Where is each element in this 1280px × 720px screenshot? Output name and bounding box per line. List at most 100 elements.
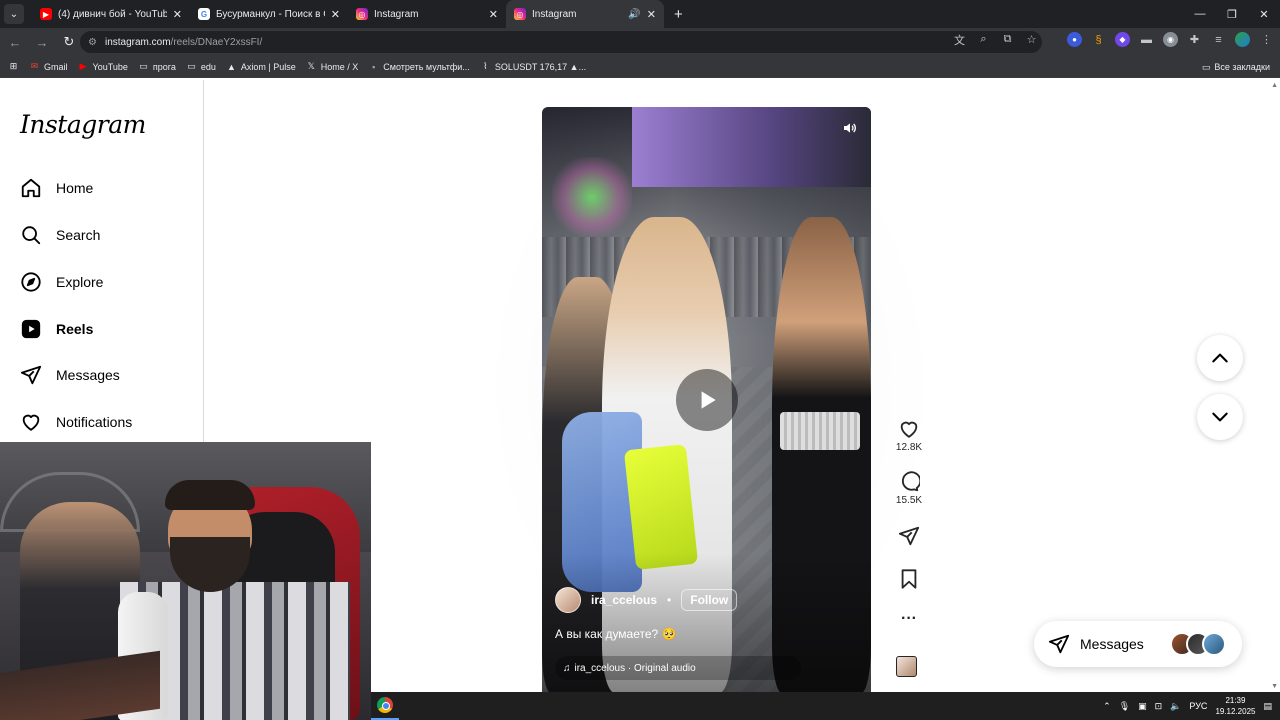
sidebar-item-home[interactable]: Home bbox=[20, 177, 93, 199]
forward-icon[interactable]: → bbox=[30, 30, 54, 54]
separator-dot: • bbox=[667, 593, 672, 607]
comment-button[interactable]: 15.5K bbox=[895, 471, 923, 506]
taskbar-chrome-button[interactable] bbox=[371, 692, 399, 720]
bookmark-axiom[interactable]: ▲ Axiom | Pulse bbox=[226, 61, 296, 72]
clock-time: 21:39 bbox=[1225, 696, 1246, 705]
back-icon[interactable]: ← bbox=[3, 30, 27, 54]
translate-icon[interactable]: 文 bbox=[952, 32, 967, 47]
extension-dark-icon[interactable]: ▬ bbox=[1139, 32, 1154, 47]
avatar[interactable] bbox=[555, 587, 581, 613]
close-icon[interactable]: ✕ bbox=[647, 8, 656, 21]
scrollbar-down-arrow[interactable]: ▼ bbox=[1271, 683, 1278, 690]
sidebar-item-search[interactable]: Search bbox=[20, 224, 100, 246]
new-tab-button[interactable]: + bbox=[674, 6, 683, 23]
tab-instagram[interactable]: ◎ Instagram ✕ bbox=[348, 0, 506, 28]
kebab-menu-icon[interactable]: ⋮ bbox=[1259, 32, 1274, 47]
paper-plane-icon bbox=[1048, 634, 1070, 654]
folder-icon: ▭ bbox=[1201, 61, 1211, 72]
microphone-icon[interactable]: 🎙 bbox=[1119, 701, 1130, 712]
extension-purple-icon[interactable]: ◆ bbox=[1115, 32, 1130, 47]
close-icon[interactable]: ✕ bbox=[489, 8, 498, 21]
volume-button[interactable] bbox=[839, 117, 861, 139]
volume-icon[interactable]: 🔈 bbox=[1170, 701, 1181, 712]
extensions-puzzle-icon[interactable]: ✚ bbox=[1187, 32, 1202, 47]
sidebar-item-explore[interactable]: Explore bbox=[20, 271, 103, 293]
apps-grid-icon[interactable]: ⊞ bbox=[8, 61, 19, 72]
like-button[interactable]: 12.8K bbox=[895, 418, 923, 453]
tab-search-button[interactable]: ⌄ bbox=[4, 4, 24, 24]
tradingview-icon: ⌇ bbox=[483, 61, 488, 71]
bookmark-folder-proga[interactable]: ▭ прога bbox=[138, 61, 176, 72]
youtube-icon: ▶ bbox=[79, 61, 87, 71]
save-button[interactable] bbox=[895, 568, 923, 590]
share-button[interactable] bbox=[895, 525, 923, 547]
audio-link[interactable]: ♫ ira_ccelous · Original audio bbox=[555, 656, 801, 680]
close-icon[interactable]: ✕ bbox=[173, 8, 182, 21]
video-object bbox=[623, 444, 699, 570]
search-icon bbox=[22, 226, 41, 245]
reel-video[interactable]: ira_ccelous • Follow А вы как думаете? 🥺… bbox=[542, 107, 871, 692]
speaker-icon[interactable]: 🔊 bbox=[628, 9, 640, 20]
heart-icon bbox=[900, 421, 918, 438]
taskbar: ⌃ 🎙 ▣ ⊡ 🔈 РУС 21:39 19.12.2025 ▤ bbox=[371, 692, 1280, 720]
play-icon bbox=[701, 391, 716, 409]
notifications-icon[interactable]: ▤ bbox=[1263, 701, 1272, 712]
reel-caption[interactable]: А вы как думаете? 🥺 bbox=[555, 627, 677, 641]
messages-floating-button[interactable]: Messages bbox=[1034, 621, 1242, 667]
instagram-logo[interactable]: Instagram bbox=[20, 110, 146, 139]
messages-label: Messages bbox=[1080, 636, 1144, 652]
follow-button[interactable]: Follow bbox=[681, 589, 738, 611]
url-host: instagram.com bbox=[104, 36, 171, 48]
heart-icon bbox=[22, 414, 40, 431]
webcam-overlay bbox=[0, 442, 371, 720]
sidebar-item-label: Home bbox=[56, 180, 94, 196]
audio-label: ira_ccelous · Original audio bbox=[574, 662, 696, 674]
site-info-icon[interactable]: ⚙ bbox=[88, 37, 97, 48]
display-icon[interactable]: ▣ bbox=[1138, 701, 1147, 712]
extension-blue-icon[interactable]: ● bbox=[1067, 32, 1082, 47]
minimize-icon[interactable]: — bbox=[1184, 0, 1216, 28]
chevron-up-icon[interactable]: ⌃ bbox=[1103, 701, 1111, 712]
media-controls-icon[interactable]: ≡ bbox=[1211, 32, 1226, 47]
tab-youtube[interactable]: ▶ (4) дивнич бой - YouTube ✕ bbox=[32, 0, 190, 28]
audio-thumbnail[interactable] bbox=[896, 656, 917, 677]
bookmark-star-icon[interactable]: ☆ bbox=[1024, 32, 1039, 47]
profile-avatar-icon[interactable] bbox=[1235, 32, 1250, 47]
play-button[interactable] bbox=[676, 369, 738, 431]
scrollbar-up-arrow[interactable]: ▲ bbox=[1271, 82, 1278, 89]
tab-instagram-active[interactable]: ◎ Instagram 🔊 ✕ bbox=[506, 0, 664, 28]
zoom-icon[interactable]: ⌕ bbox=[976, 32, 991, 47]
sidebar-item-reels[interactable]: Reels bbox=[20, 318, 93, 340]
extension-grey-icon[interactable]: ◉ bbox=[1163, 32, 1178, 47]
sidebar-item-notifications[interactable]: Notifications bbox=[20, 411, 132, 433]
reload-icon[interactable]: ↻ bbox=[57, 30, 81, 54]
tab-google[interactable]: G Бусурманкул - Поиск в Google ✕ bbox=[190, 0, 348, 28]
all-bookmarks-button[interactable]: ▭ Все закладки bbox=[1202, 56, 1270, 78]
extension-phantom-icon[interactable]: § bbox=[1091, 32, 1106, 47]
previous-reel-button[interactable] bbox=[1197, 335, 1243, 381]
video-background bbox=[552, 157, 632, 237]
chevron-up-icon bbox=[1212, 353, 1228, 363]
next-reel-button[interactable] bbox=[1197, 394, 1243, 440]
language-indicator[interactable]: РУС bbox=[1189, 701, 1207, 711]
like-count: 12.8K bbox=[895, 442, 923, 453]
close-icon[interactable]: ✕ bbox=[331, 8, 340, 21]
sidebar-item-label: Notifications bbox=[56, 414, 133, 430]
reel-author: ira_ccelous • Follow bbox=[555, 587, 738, 613]
bookmark-solusdt[interactable]: ⌇ SOLUSDT 176,17 ▲... bbox=[480, 61, 586, 72]
username[interactable]: ira_ccelous bbox=[591, 593, 657, 607]
sidebar-item-messages[interactable]: Messages bbox=[20, 364, 120, 386]
clock[interactable]: 21:39 19.12.2025 bbox=[1215, 695, 1255, 717]
restore-icon[interactable]: ❐ bbox=[1216, 0, 1248, 28]
bookmark-folder-edu[interactable]: ▭ edu bbox=[186, 61, 216, 72]
close-window-icon[interactable]: ✕ bbox=[1248, 0, 1280, 28]
address-bar[interactable]: ⚙ instagram.com/reels/DNaeY2xssFI/ bbox=[80, 31, 1042, 53]
bookmark-gmail[interactable]: ✉ Gmail bbox=[29, 61, 68, 72]
more-options-button[interactable]: ··· bbox=[895, 610, 923, 628]
network-icon[interactable]: ⊡ bbox=[1155, 701, 1163, 712]
bookmark-x[interactable]: 𝕏 Home / X bbox=[306, 61, 359, 72]
bookmark-youtube[interactable]: ▶ YouTube bbox=[78, 61, 128, 72]
install-app-icon[interactable]: ⧉ bbox=[1000, 32, 1015, 47]
google-icon: G bbox=[198, 8, 210, 20]
bookmark-cartoons[interactable]: ▪ Смотреть мультфи... bbox=[368, 61, 470, 72]
